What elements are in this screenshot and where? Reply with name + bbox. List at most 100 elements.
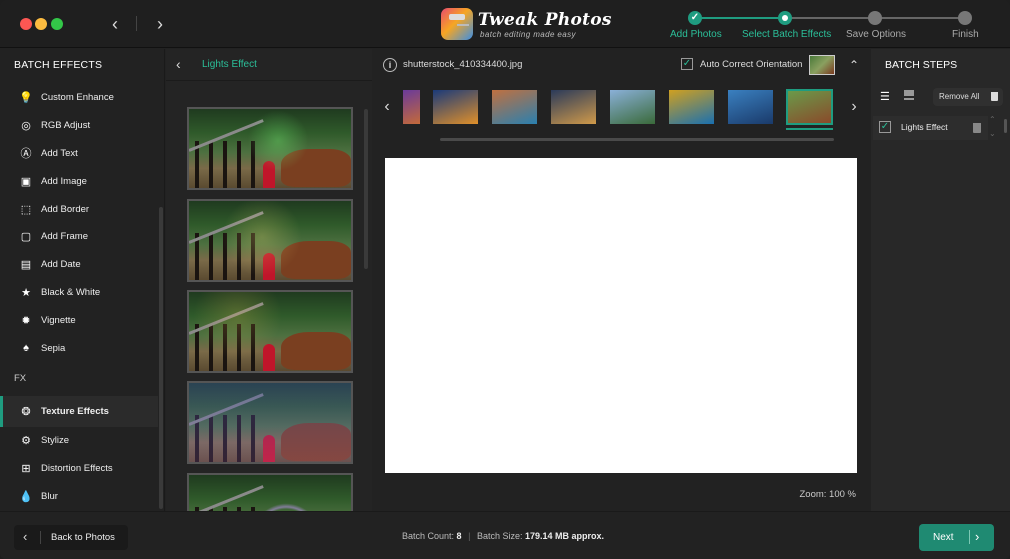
step-enabled-checkbox[interactable]: ✓ [879,121,891,133]
step-label-save-options[interactable]: Save Options [846,29,906,40]
sidebar-item-label: Add Image [41,175,87,187]
sidebar-item-label: Add Frame [41,231,88,243]
step-connector [785,17,875,19]
batch-size-label: Batch Size: [476,531,523,541]
strip-thumbnail-selected[interactable] [786,89,833,125]
sidebar-scrollbar[interactable] [159,207,163,509]
batch-steps-scrollbar[interactable] [1004,119,1007,133]
strip-prev-button[interactable]: ‹ [380,97,394,117]
strip-next-button[interactable]: › [847,97,861,117]
batch-count-label: Batch Count: [402,531,455,541]
strip-scrollbar[interactable] [440,138,834,141]
star-icon: ★ [21,286,31,299]
sidebar-item-rgb-adjust[interactable]: ◎ RGB Adjust [0,112,158,140]
sidebar-item-add-border[interactable]: ⬚ Add Border [0,195,158,223]
strip-thumbnail[interactable] [492,90,537,124]
minimize-window-button[interactable] [35,18,47,30]
sidebar-item-label: Sepia [41,342,66,354]
zoom-window-button[interactable] [51,18,63,30]
effects-list: 💡 Custom Enhance ◎ RGB Adjust Ⓐ Add Text ▣ A… [0,84,158,510]
step-dot-save-options[interactable] [868,11,882,25]
collapse-strip-button[interactable]: ⌃ [844,55,864,75]
sidebar-item-add-frame[interactable]: ▢ Add Frame [0,223,158,251]
step-dot-add-photos[interactable] [688,11,702,25]
effect-panel-header: ‹ Lights Effect [166,49,372,81]
batch-step-row[interactable]: ✓ Lights Effect [873,116,988,140]
info-icon[interactable]: i [383,58,397,72]
image-icon: ▣ [20,175,32,188]
step-label-finish[interactable]: Finish [952,29,979,40]
move-step-up-icon[interactable]: ⌃ [989,115,996,124]
text-icon: Ⓐ [20,148,32,161]
sidebar-item-texture-effects[interactable]: ❂ Texture Effects [0,395,158,427]
sidebar-item-label: Add Text [41,147,78,159]
strip-thumbnail[interactable] [728,90,773,124]
next-button[interactable]: Next › [919,524,994,551]
step-dot-finish[interactable] [958,11,972,25]
preview-canvas[interactable] [385,158,857,473]
effect-preset-thumbnail[interactable] [187,290,353,373]
sidebar-item-label: Add Date [41,259,81,271]
nav-divider [136,16,137,31]
app-logo-icon [441,8,473,40]
frame-icon: ▢ [20,231,32,244]
move-step-down-icon[interactable]: ⌄ [989,129,996,138]
current-filename: shutterstock_410334400.jpg [403,59,523,70]
sidebar-item-distortion-effects[interactable]: ⊞ Distortion Effects [0,455,158,483]
strip-thumbnail[interactable] [403,90,420,124]
vignette-icon: ✹ [21,314,31,327]
sidebar-item-sepia[interactable]: ♠ Sepia [0,334,158,362]
sidebar-item-blur[interactable]: 💧 Blur [0,483,158,511]
step-label-add-photos[interactable]: Add Photos [670,29,722,40]
effect-preset-thumbnail[interactable] [187,381,353,464]
effect-panel-scrollbar[interactable] [364,109,368,269]
effect-preset-thumbnail[interactable] [187,199,353,282]
fit-to-screen-icon[interactable] [809,55,835,75]
back-to-photos-label: Back to Photos [51,532,115,543]
sidebar-item-add-date[interactable]: ▤ Add Date [0,251,158,279]
auto-correct-orientation-checkbox[interactable]: ✓ [681,58,693,70]
close-window-button[interactable] [20,18,32,30]
auto-correct-orientation-label[interactable]: Auto Correct Orientation [700,59,802,70]
selected-thumbnail-indicator [786,128,833,130]
batch-effects-sidebar: BATCH EFFECTS 💡 Custom Enhance ◎ RGB Adjus… [0,49,165,511]
nav-forward-button[interactable]: › [150,14,170,34]
blur-icon: 💧 [19,490,33,503]
sidebar-item-add-text[interactable]: Ⓐ Add Text [0,140,158,168]
batch-steps-title: BATCH STEPS [885,59,958,71]
step-dot-select-batch-effects[interactable] [778,11,792,25]
effect-panel-title: Lights Effect [202,59,257,70]
strip-thumbnail[interactable] [433,90,478,124]
effect-presets-panel: ‹ Lights Effect [166,49,372,556]
preview-toolbar: i shutterstock_410334400.jpg ✓ Auto Corr… [373,49,870,81]
list-view-icon[interactable]: ☰ [880,90,890,103]
effect-preset-thumbnail[interactable] [187,107,353,190]
step-connector [695,17,785,19]
rgb-icon: ◎ [21,120,31,133]
effect-back-button[interactable]: ‹ [176,56,181,72]
nav-back-button[interactable]: ‹ [105,14,125,34]
strip-thumbnail[interactable] [669,90,714,124]
sidebar-item-label: Texture Effects [41,405,109,417]
sidebar-item-add-image[interactable]: ▣ Add Image [0,167,158,195]
sidebar-item-custom-enhance[interactable]: 💡 Custom Enhance [0,84,158,112]
button-divider [969,530,970,544]
sidebar-item-black-white[interactable]: ★ Black & White [0,279,158,307]
chevron-right-icon: › [975,529,980,544]
distortion-icon: ⊞ [21,463,31,476]
sidebar-item-label: RGB Adjust [41,120,91,132]
thumbnail-view-icon[interactable] [904,90,914,100]
sidebar-item-label: Add Border [41,203,90,215]
strip-thumbnail[interactable] [551,90,596,124]
strip-thumbnail[interactable] [610,90,655,124]
batch-steps-toolbar: ☰ Remove All [871,85,1010,107]
chevron-left-icon: ‹ [23,529,28,544]
sidebar-item-stylize[interactable]: ⚙ Stylize [0,427,158,455]
photo-strip: ‹ › [373,83,870,141]
delete-step-icon[interactable] [973,123,981,133]
back-to-photos-button[interactable]: ‹ Back to Photos [14,525,128,550]
remove-all-button[interactable]: Remove All [933,88,1003,106]
step-label-select-batch-effects[interactable]: Select Batch Effects [742,29,831,40]
sidebar-item-vignette[interactable]: ✹ Vignette [0,306,158,334]
batch-info-divider: | [468,531,471,541]
